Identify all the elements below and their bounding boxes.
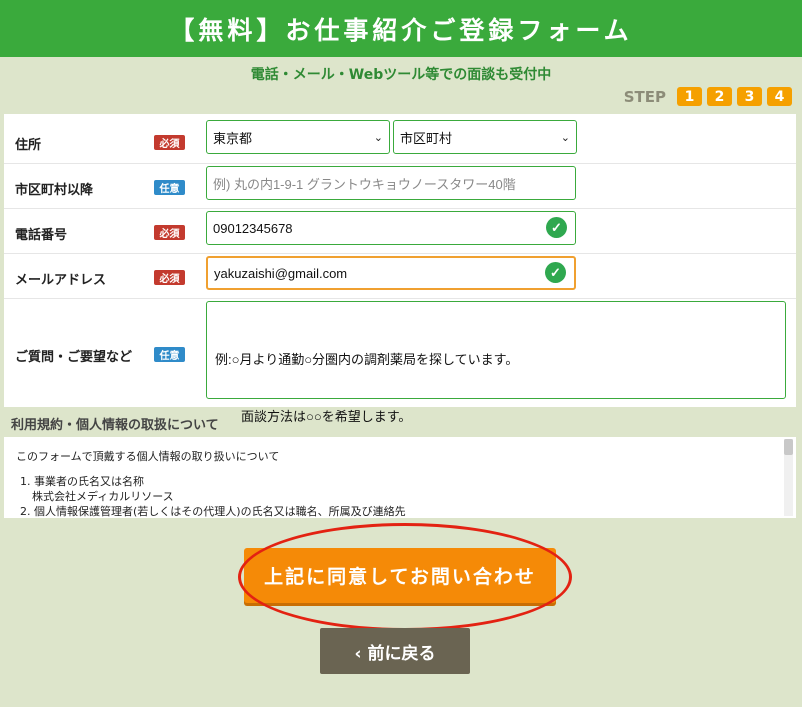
terms-item-1-title: 1. 事業者の氏名又は名称: [20, 475, 144, 488]
form-panel: 住所 必須 東京都 ⌄ 市区町村 ⌄ 市区町村以降 任意 例) 丸の内1-9-1…: [4, 114, 796, 424]
address2-input[interactable]: 例) 丸の内1-9-1 グラントウキョウノースタワー40階: [206, 166, 576, 200]
step-3: 3: [737, 87, 762, 106]
step-label: STEP: [623, 87, 666, 106]
required-badge: 必須: [154, 270, 185, 285]
address2-placeholder: 例) 丸の内1-9-1 グラントウキョウノースタワー40階: [213, 176, 516, 192]
phone-input[interactable]: 09012345678 ✓: [206, 211, 576, 245]
terms-title: 利用規約・個人情報の取扱について: [11, 418, 219, 433]
notes-line-2: 面談方法は○○を希望します。: [241, 409, 412, 424]
back-button[interactable]: ‹ 前に戻る: [320, 628, 470, 674]
step-4: 4: [767, 87, 792, 106]
page-title: 【無料】お仕事紹介ご登録フォーム: [169, 15, 633, 45]
address-label: 住所: [15, 138, 42, 153]
address2-label: 市区町村以降: [15, 183, 94, 198]
required-badge: 必須: [154, 135, 185, 150]
check-icon: ✓: [545, 262, 566, 283]
address-row: 住所 必須 東京都 ⌄ 市区町村 ⌄: [4, 114, 796, 164]
notes-row: ご質問・ご要望など 任意 例:○月より通勤○分圏内の調剤薬局を探しています。 面…: [4, 299, 796, 424]
form-header: 【無料】お仕事紹介ご登録フォーム: [0, 0, 802, 57]
city-select[interactable]: 市区町村 ⌄: [393, 120, 577, 154]
optional-badge: 任意: [154, 180, 185, 195]
city-value: 市区町村: [400, 130, 453, 146]
phone-value: 09012345678: [213, 220, 293, 236]
scrollbar-thumb[interactable]: [784, 439, 793, 455]
required-badge: 必須: [154, 225, 185, 240]
prefecture-select[interactable]: 東京都 ⌄: [206, 120, 390, 154]
notes-textarea[interactable]: 例:○月より通勤○分圏内の調剤薬局を探しています。 面談方法は○○を希望します。: [206, 301, 786, 424]
terms-item-2-title: 2. 個人情報保護管理者(若しくはその代理人)の氏名又は職名、所属及び連絡先: [20, 505, 406, 518]
agree-submit-button[interactable]: 上記に同意してお問い合わせ: [244, 548, 556, 603]
phone-row: 電話番号 必須 09012345678 ✓: [4, 209, 796, 254]
prefecture-value: 東京都: [213, 130, 253, 146]
terms-item-1-body: 株式会社メディカルリソース: [32, 490, 174, 503]
email-label: メールアドレス: [15, 273, 107, 288]
notes-label: ご質問・ご要望など: [15, 350, 133, 365]
address2-row: 市区町村以降 任意 例) 丸の内1-9-1 グラントウキョウノースタワー40階: [4, 164, 796, 209]
step-2: 2: [707, 87, 732, 106]
check-icon: ✓: [546, 217, 567, 238]
subtitle: 電話・メール・Webツール等での面談も受付中: [250, 67, 552, 83]
notes-line-1: 例:○月より通勤○分圏内の調剤薬局を探しています。: [215, 352, 519, 367]
chevron-down-icon: ⌄: [373, 131, 383, 144]
email-value: yakuzaishi@gmail.com: [214, 265, 348, 281]
email-row: メールアドレス 必須 yakuzaishi@gmail.com ✓: [4, 254, 796, 299]
step-indicator: STEP 1 2 3 4: [624, 87, 792, 106]
email-input[interactable]: yakuzaishi@gmail.com ✓: [206, 256, 576, 290]
chevron-down-icon: ⌄: [560, 131, 570, 144]
phone-label: 電話番号: [15, 228, 68, 243]
step-1: 1: [677, 87, 702, 106]
terms-scroll-box[interactable]: このフォームで頂戴する個人情報の取り扱いについて 1. 事業者の氏名又は名称 株…: [4, 437, 796, 518]
optional-badge: 任意: [154, 347, 185, 362]
terms-intro: このフォームで頂戴する個人情報の取り扱いについて: [16, 450, 280, 463]
